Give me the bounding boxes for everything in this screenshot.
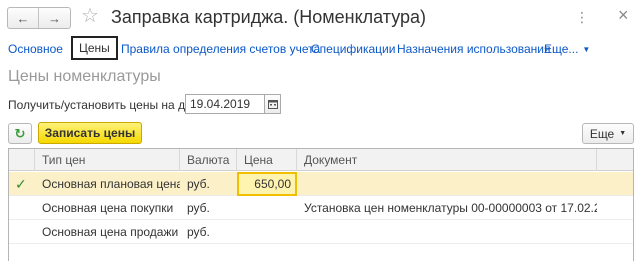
header-check-col [9, 149, 35, 171]
tab-prices[interactable]: Цены [71, 36, 118, 60]
header-price[interactable]: Цена [237, 149, 297, 171]
price-cell[interactable] [237, 196, 297, 220]
table-row[interactable]: ✓ Основная плановая цена руб. 650,00 [9, 172, 633, 196]
check-icon: ✓ [15, 176, 27, 192]
header-price-type[interactable]: Тип цен [35, 149, 180, 171]
tabs-more-menu[interactable]: Еще... ▼ [544, 42, 590, 56]
header-currency[interactable]: Валюта [180, 149, 237, 171]
arrow-left-icon: ← [16, 10, 30, 26]
tab-usage-purposes[interactable]: Назначения использования [397, 42, 550, 56]
table-row[interactable]: Основная цена покупки руб. Установка цен… [9, 196, 633, 220]
date-field[interactable] [185, 94, 265, 114]
form-tabs: Основное Цены Правила определения счетов… [0, 36, 644, 60]
tab-account-rules[interactable]: Правила определения счетов учета [121, 42, 320, 56]
favorite-star-icon[interactable]: ☆ [81, 5, 99, 27]
table-row[interactable]: Основная цена продажи руб. [9, 220, 633, 244]
header-extra-col [597, 149, 633, 171]
nav-buttons: ← → [7, 7, 71, 29]
document-cell[interactable] [297, 172, 597, 196]
more-button-label: Еще [589, 126, 615, 141]
caret-down-icon: ▼ [582, 45, 591, 54]
document-cell[interactable] [297, 220, 597, 244]
caret-down-icon: ▼ [619, 130, 627, 137]
price-cell[interactable] [237, 220, 297, 244]
forward-button[interactable]: → [39, 8, 70, 28]
date-label: Получить/установить цены на дату: [8, 98, 207, 112]
tab-specifications[interactable]: Спецификации [311, 42, 395, 56]
save-prices-button[interactable]: Записать цены [38, 122, 142, 144]
header-document[interactable]: Документ [297, 149, 597, 171]
price-cell[interactable]: 650,00 [237, 172, 297, 196]
price-type-cell[interactable]: Основная цена покупки [35, 196, 180, 220]
document-link[interactable]: Установка цен номенклатуры 00-00000003 о… [297, 196, 597, 220]
price-type-cell[interactable]: Основная цена продажи [35, 220, 180, 244]
title-bar: ← → ☆ Заправка картриджа. (Номенклатура)… [0, 0, 644, 36]
calendar-icon [267, 100, 278, 109]
currency-cell[interactable]: руб. [180, 196, 237, 220]
arrow-right-icon: → [48, 10, 61, 26]
window-title: Заправка картриджа. (Номенклатура) [111, 7, 427, 27]
more-actions-icon[interactable]: ⋮ [575, 9, 590, 26]
table-header: Тип цен Валюта Цена Документ [9, 149, 633, 171]
prices-table: Тип цен Валюта Цена Документ ✓ Основная … [8, 148, 634, 261]
tab-main[interactable]: Основное [8, 42, 63, 56]
price-type-cell[interactable]: Основная плановая цена [35, 172, 180, 196]
refresh-button[interactable]: ↻ [8, 123, 32, 144]
section-title: Цены номенклатуры [8, 68, 161, 85]
refresh-icon: ↻ [14, 125, 26, 141]
currency-cell[interactable]: руб. [180, 172, 237, 196]
more-button[interactable]: Еще ▼ [582, 123, 634, 144]
close-icon[interactable]: × [618, 5, 629, 26]
back-button[interactable]: ← [8, 8, 40, 28]
tabs-more-label: Еще... [544, 42, 579, 56]
currency-cell[interactable]: руб. [180, 220, 237, 244]
calendar-button[interactable] [265, 94, 281, 114]
